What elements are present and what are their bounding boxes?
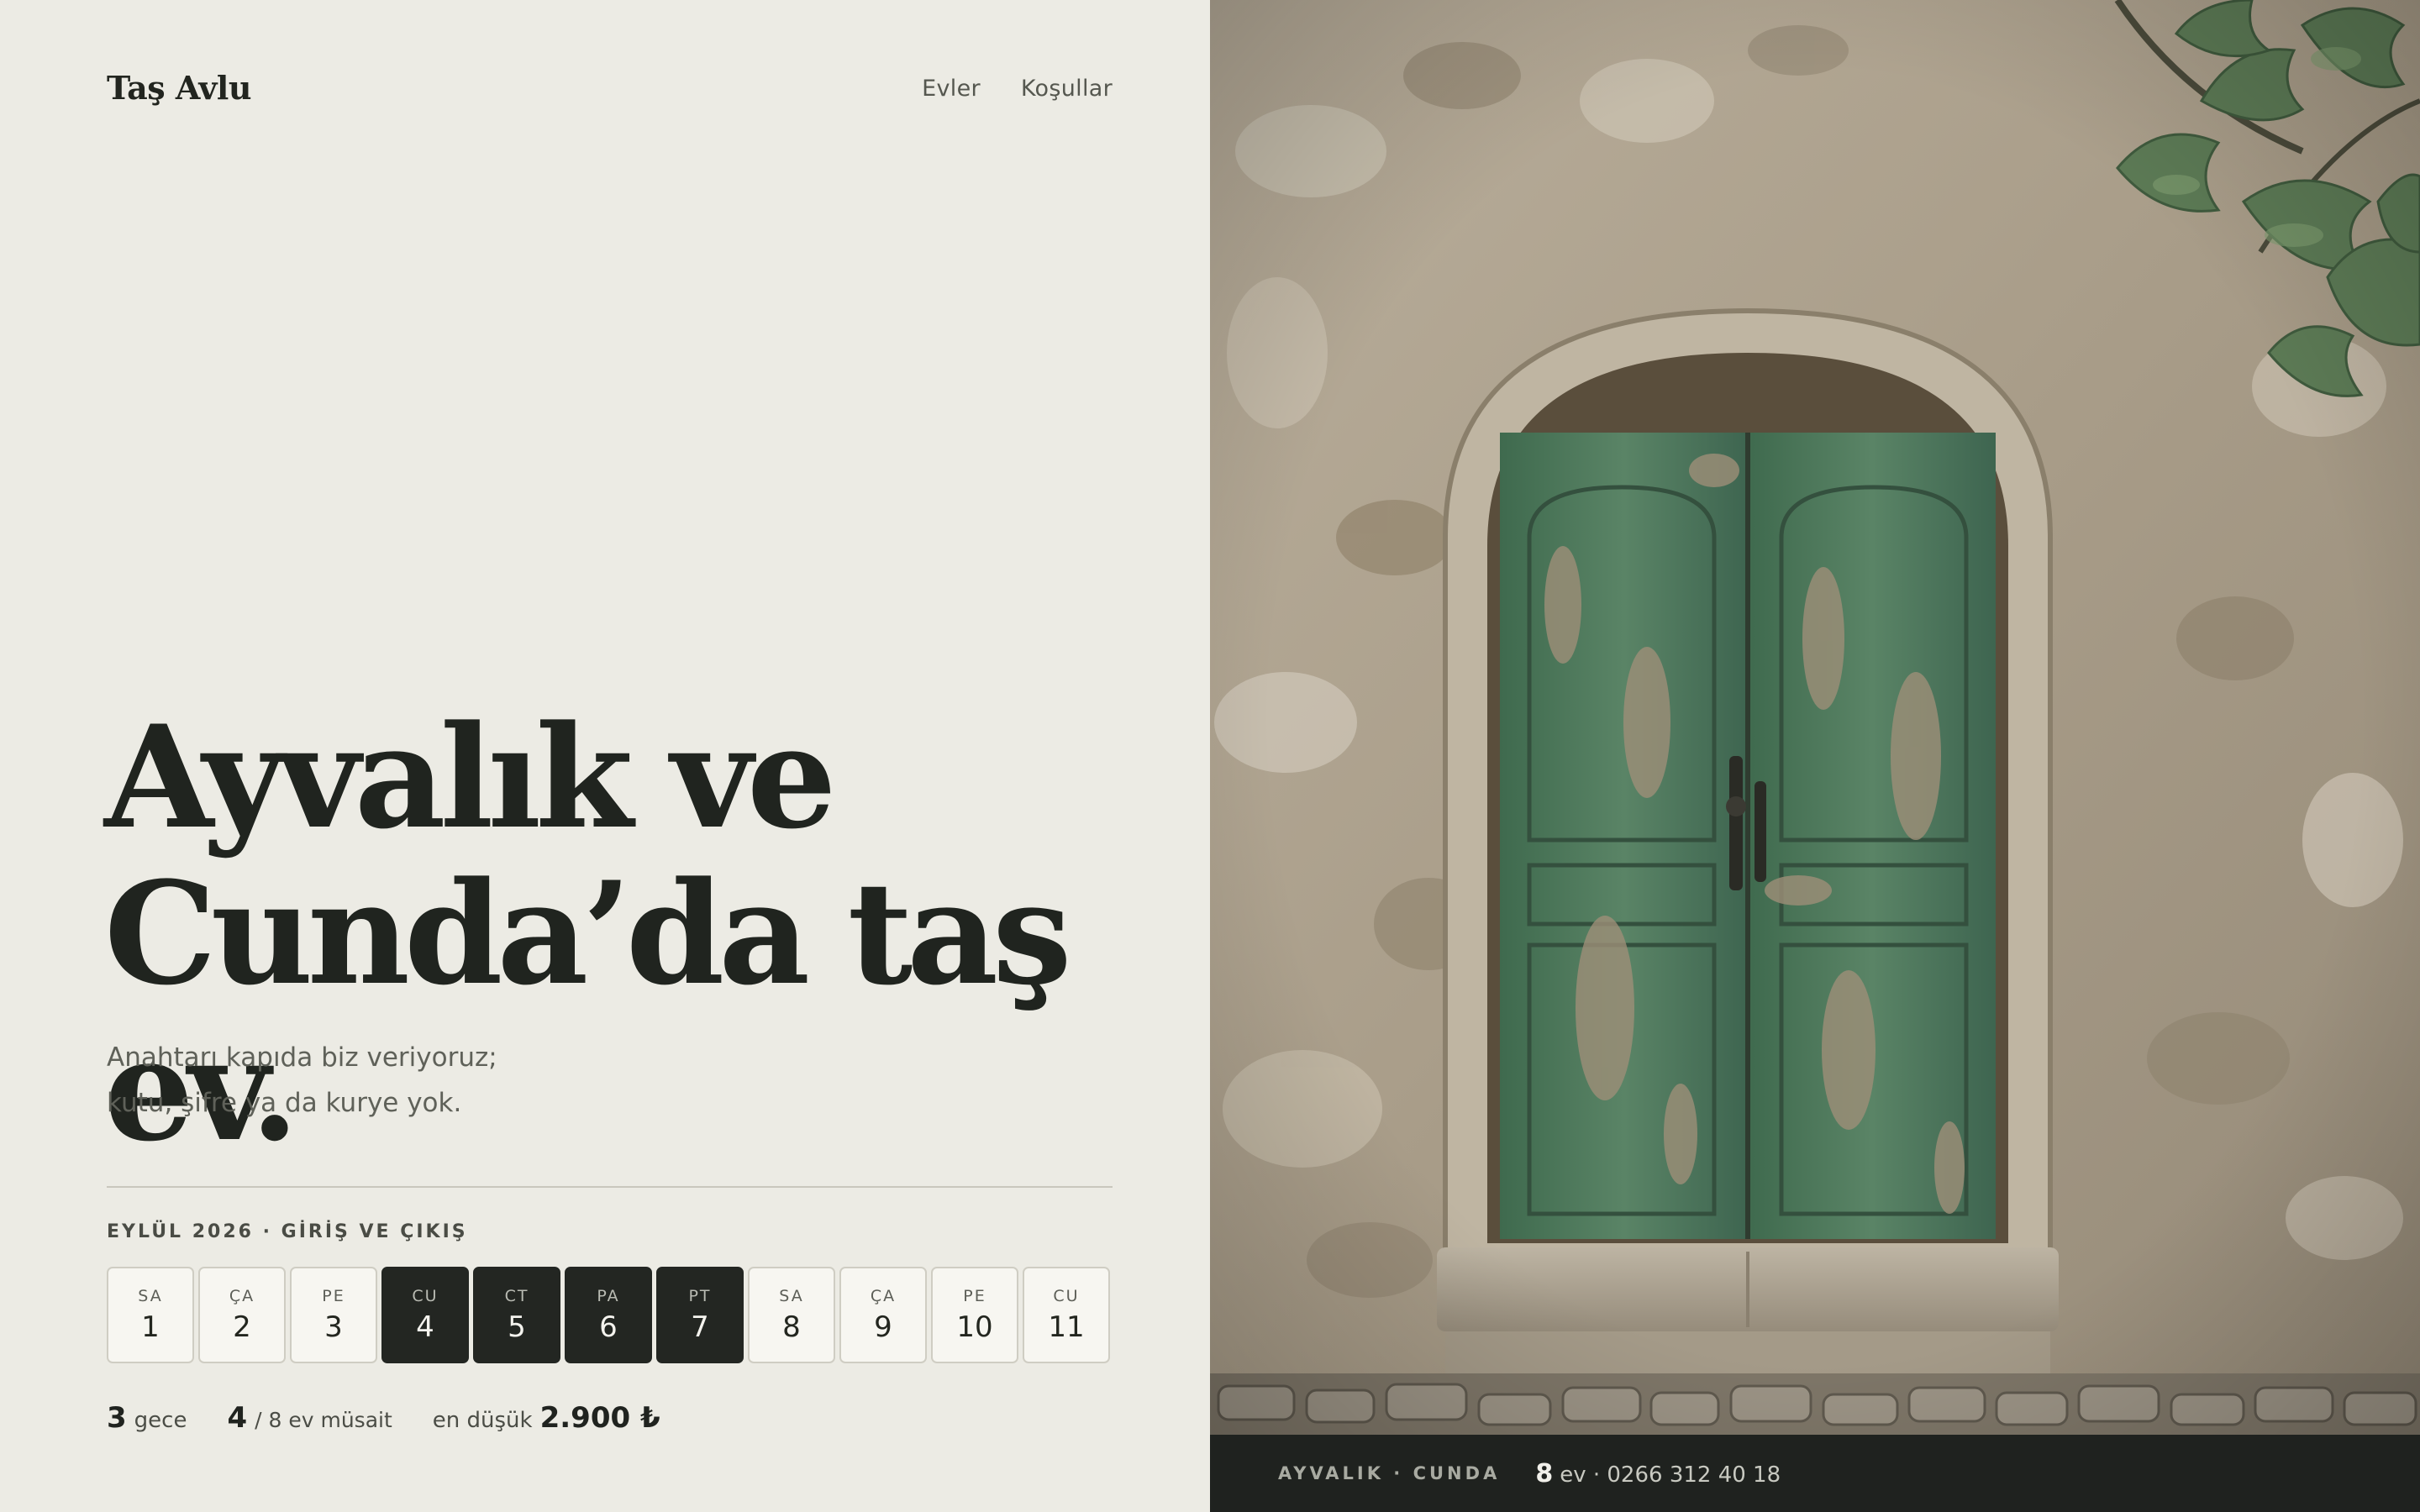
- availability-summary: 4 / 8 ev müsait: [227, 1401, 392, 1435]
- top-nav: Evler Koşullar: [922, 76, 1113, 102]
- day-of-week: PE: [963, 1286, 986, 1305]
- nights-label: gece: [134, 1408, 187, 1433]
- door-illustration: [1210, 0, 2420, 1435]
- day-number: 4: [416, 1310, 434, 1344]
- day-of-week: CU: [412, 1286, 439, 1305]
- booking-summary: 3 gece 4 / 8 ev müsait en düşük 2.900 ₺: [107, 1401, 660, 1435]
- date-picker-days: SA 1 ÇA 2 PE 3 CU 4 CT 5 PA 6 PT 7 SA 8 ÇA 9 PE 10 CU 11: [107, 1267, 1110, 1363]
- hero-photo-stone-house-door: [1210, 0, 2420, 1435]
- day-of-week: ÇA: [229, 1286, 255, 1305]
- day-number: 8: [782, 1310, 801, 1344]
- date-day-6[interactable]: PA 6: [565, 1267, 652, 1363]
- date-day-9[interactable]: ÇA 9: [839, 1267, 927, 1363]
- day-number: 1: [141, 1310, 160, 1344]
- hero-title-line1: Ayvalık ve: [104, 694, 837, 860]
- date-day-7[interactable]: PT 7: [656, 1267, 744, 1363]
- left-panel: Taş Avlu Evler Koşullar Ayvalık ve Cunda…: [0, 0, 1210, 1512]
- price-value: 2.900 ₺: [539, 1401, 660, 1435]
- day-of-week: SA: [138, 1286, 163, 1305]
- date-day-10[interactable]: PE 10: [931, 1267, 1018, 1363]
- location-label: AYVALIK · CUNDA: [1278, 1463, 1501, 1483]
- photo-caption-bar: AYVALIK · CUNDA 8 ev · 0266 312 40 18: [1210, 1435, 2420, 1512]
- date-day-2[interactable]: ÇA 2: [198, 1267, 286, 1363]
- day-number: 5: [508, 1310, 526, 1344]
- day-of-week: PA: [597, 1286, 620, 1305]
- divider: [107, 1186, 1113, 1188]
- hero-subtitle-line2: kutu, şifre ya da kurye yok.: [107, 1088, 462, 1118]
- day-number: 10: [956, 1310, 993, 1344]
- date-day-11[interactable]: CU 11: [1023, 1267, 1110, 1363]
- date-day-3[interactable]: PE 3: [290, 1267, 377, 1363]
- day-number: 9: [874, 1310, 892, 1344]
- contact-info: 8 ev · 0266 312 40 18: [1535, 1459, 1781, 1488]
- date-day-1[interactable]: SA 1: [107, 1267, 194, 1363]
- contact-text: ev · 0266 312 40 18: [1560, 1462, 1781, 1488]
- available-value: 4: [227, 1401, 248, 1435]
- day-number: 6: [599, 1310, 618, 1344]
- hero-subtitle-line1: Anahtarı kapıda biz veriyoruz;: [107, 1042, 497, 1073]
- day-number: 11: [1048, 1310, 1085, 1344]
- hero-subtitle: Anahtarı kapıda biz veriyoruz; kutu, şif…: [107, 1035, 863, 1126]
- day-number: 3: [324, 1310, 343, 1344]
- nav-link-terms[interactable]: Koşullar: [1021, 76, 1113, 102]
- day-of-week: PE: [322, 1286, 345, 1305]
- day-number: 2: [233, 1310, 251, 1344]
- day-of-week: CT: [504, 1286, 529, 1305]
- nights-summary: 3 gece: [107, 1401, 187, 1435]
- price-label: en düşük: [432, 1408, 533, 1433]
- date-day-8[interactable]: SA 8: [748, 1267, 835, 1363]
- nav-link-homes[interactable]: Evler: [922, 76, 981, 102]
- date-day-4[interactable]: CU 4: [381, 1267, 469, 1363]
- day-number: 7: [691, 1310, 709, 1344]
- brand-logo[interactable]: Taş Avlu: [107, 69, 251, 107]
- day-of-week: CU: [1053, 1286, 1080, 1305]
- day-of-week: PT: [688, 1286, 712, 1305]
- home-count: 8: [1535, 1458, 1554, 1488]
- price-summary: en düşük 2.900 ₺: [433, 1401, 660, 1435]
- day-of-week: ÇA: [870, 1286, 897, 1305]
- nights-value: 3: [107, 1401, 127, 1435]
- date-day-5[interactable]: CT 5: [473, 1267, 560, 1363]
- day-of-week: SA: [779, 1286, 804, 1305]
- available-label: / 8 ev müsait: [255, 1408, 392, 1432]
- date-picker-heading: EYLÜL 2026 · GİRİŞ VE ÇIKIŞ: [107, 1221, 468, 1242]
